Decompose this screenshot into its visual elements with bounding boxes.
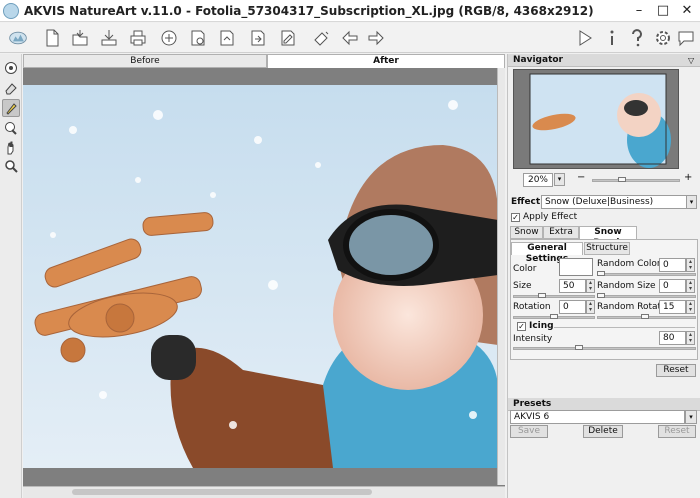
zoom-field[interactable]: 20% — [523, 173, 553, 187]
random-size-spinner[interactable]: ▴ ▾ — [686, 279, 695, 293]
rotation-label: Rotation — [513, 302, 551, 312]
intensity-input[interactable]: 80 — [659, 331, 686, 345]
info-icon[interactable] — [600, 26, 624, 50]
effect-label: Effect: — [511, 197, 544, 207]
reset-preset-button[interactable]: Reset — [658, 425, 696, 438]
tab-extra[interactable]: Extra — [543, 226, 579, 239]
intensity-spinner[interactable]: ▴ ▾ — [686, 331, 695, 345]
effect-select[interactable]: Snow (Deluxe|Business) — [541, 195, 687, 209]
export-icon[interactable] — [246, 26, 270, 50]
history-brush-tool-icon[interactable] — [2, 119, 20, 137]
zoom-out-icon[interactable]: − — [577, 172, 585, 183]
color-swatch[interactable] — [559, 258, 593, 276]
title-bar: AKVIS NatureArt v.11.0 - Fotolia_5730431… — [0, 0, 700, 22]
batch-icon[interactable] — [186, 26, 210, 50]
snow-tool-icon[interactable] — [2, 59, 20, 77]
undo-icon[interactable] — [338, 26, 362, 50]
size-slider[interactable] — [513, 295, 595, 298]
window-title: AKVIS NatureArt v.11.0 - Fotolia_5730431… — [24, 4, 594, 18]
rotation-slider-thumb[interactable] — [550, 314, 558, 319]
presets-select[interactable]: AKVIS 6 — [510, 410, 685, 424]
presets-dropdown-icon[interactable]: ▾ — [685, 410, 697, 424]
run-icon[interactable] — [573, 26, 597, 50]
hand-tool-icon[interactable] — [2, 139, 20, 157]
horizontal-scroll-thumb[interactable] — [72, 489, 372, 495]
random-color-label: Random Color — [597, 259, 661, 269]
size-spinner[interactable]: ▴ ▾ — [586, 279, 595, 293]
app-logo-icon — [3, 3, 19, 19]
tab-after[interactable]: After — [267, 54, 505, 68]
snow-brush-tool-icon[interactable] — [2, 99, 20, 117]
minimize-button[interactable]: – — [627, 3, 651, 19]
presets-title: Presets — [513, 399, 552, 409]
size-label: Size — [513, 281, 532, 291]
random-rotation-slider-thumb[interactable] — [641, 314, 649, 319]
icing-checkbox[interactable]: ✓ — [517, 322, 526, 331]
intensity-slider[interactable] — [513, 347, 696, 350]
tab-snow[interactable]: Snow — [510, 226, 543, 239]
tab-structure[interactable]: Structure — [584, 242, 630, 255]
random-size-label: Random Size — [597, 281, 656, 291]
feedback-icon[interactable] — [674, 26, 698, 50]
tools-panel — [0, 54, 22, 498]
zoom-in-icon[interactable]: + — [684, 172, 692, 183]
zoom-slider[interactable] — [592, 179, 680, 182]
vertical-scrollbar[interactable] — [497, 68, 505, 485]
settings-icon[interactable] — [651, 26, 675, 50]
random-color-slider-thumb[interactable] — [597, 271, 605, 276]
random-size-slider-thumb[interactable] — [597, 293, 605, 298]
print-icon[interactable] — [126, 26, 150, 50]
close-button[interactable]: ✕ — [675, 3, 699, 19]
apply-effect-checkbox[interactable]: ✓ — [511, 213, 520, 222]
maximize-button[interactable]: □ — [651, 3, 675, 19]
akvis-logo-icon — [4, 26, 32, 50]
help-icon[interactable] — [625, 26, 649, 50]
plugin-icon[interactable] — [215, 26, 239, 50]
tab-snow-brush[interactable]: Snow Brush — [579, 226, 637, 248]
reset-settings-button[interactable]: Reset — [656, 364, 696, 377]
effect-dropdown-icon[interactable]: ▾ — [686, 195, 697, 209]
navigator-header: Navigator — [508, 54, 700, 67]
zoom-slider-thumb[interactable] — [618, 177, 626, 182]
color-label: Color — [513, 264, 537, 274]
open-icon[interactable] — [68, 26, 92, 50]
random-rotation-spinner[interactable]: ▴ ▾ — [686, 300, 695, 314]
paint-icon[interactable] — [310, 26, 334, 50]
tab-before[interactable]: Before — [23, 54, 267, 68]
rotation-input[interactable]: 0 — [559, 300, 586, 314]
eraser-tool-icon[interactable] — [2, 79, 20, 97]
random-color-spinner[interactable]: ▴ ▾ — [686, 258, 695, 272]
size-input[interactable]: 50 — [559, 279, 586, 293]
toolbar — [0, 23, 700, 53]
save-icon[interactable] — [97, 26, 121, 50]
icing-label: Icing — [529, 321, 554, 331]
rotation-spinner[interactable]: ▴ ▾ — [586, 300, 595, 314]
delete-preset-button[interactable]: Delete — [583, 425, 623, 438]
new-icon[interactable] — [40, 26, 64, 50]
save-preset-button[interactable]: Save — [510, 425, 548, 438]
random-color-input[interactable]: 0 — [659, 258, 686, 272]
share-icon[interactable] — [157, 26, 181, 50]
icing-divider — [554, 327, 695, 328]
random-color-slider[interactable] — [597, 273, 696, 276]
redo-icon[interactable] — [364, 26, 388, 50]
processed-photo[interactable] — [23, 85, 498, 468]
random-size-input[interactable]: 0 — [659, 279, 686, 293]
random-rotation-input[interactable]: 15 — [659, 300, 686, 314]
intensity-label: Intensity — [513, 334, 553, 344]
tab-general-settings[interactable]: General Settings — [511, 242, 583, 264]
zoom-tool-icon[interactable] — [2, 157, 20, 175]
import-icon[interactable] — [276, 26, 300, 50]
zoom-dropdown-icon[interactable]: ▾ — [554, 173, 565, 186]
collapse-icon[interactable]: ▽ — [688, 56, 694, 65]
size-slider-thumb[interactable] — [538, 293, 546, 298]
random-size-slider[interactable] — [597, 295, 696, 298]
apply-effect-label: Apply Effect — [523, 212, 578, 222]
zoom-value: 20% — [523, 173, 553, 187]
navigator-title: Navigator — [513, 55, 563, 65]
navigator-preview[interactable] — [513, 69, 679, 169]
intensity-slider-thumb[interactable] — [575, 345, 583, 350]
